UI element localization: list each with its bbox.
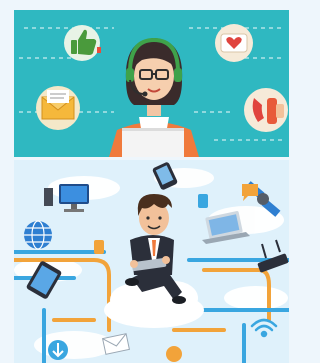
orange-circle-icon	[166, 346, 182, 362]
download-arrow-icon	[48, 340, 68, 360]
wifi-icon	[250, 318, 278, 338]
network-scene	[14, 162, 289, 363]
thumbs-up-bubble-icon	[64, 25, 101, 61]
heart-bubble-icon	[215, 24, 253, 62]
chat-bubble-icon	[242, 184, 258, 201]
support-scene	[19, 24, 288, 157]
cloud-network-illustration	[14, 160, 289, 363]
support-agent	[109, 37, 199, 157]
router-icon	[257, 239, 289, 273]
globe-icon	[24, 220, 52, 250]
desktop-computer-icon	[44, 184, 89, 212]
customer-support-illustration	[14, 10, 289, 157]
phone-bubble-icon	[244, 88, 288, 132]
envelope-icon	[102, 333, 130, 355]
envelope-bubble-icon	[36, 86, 80, 130]
